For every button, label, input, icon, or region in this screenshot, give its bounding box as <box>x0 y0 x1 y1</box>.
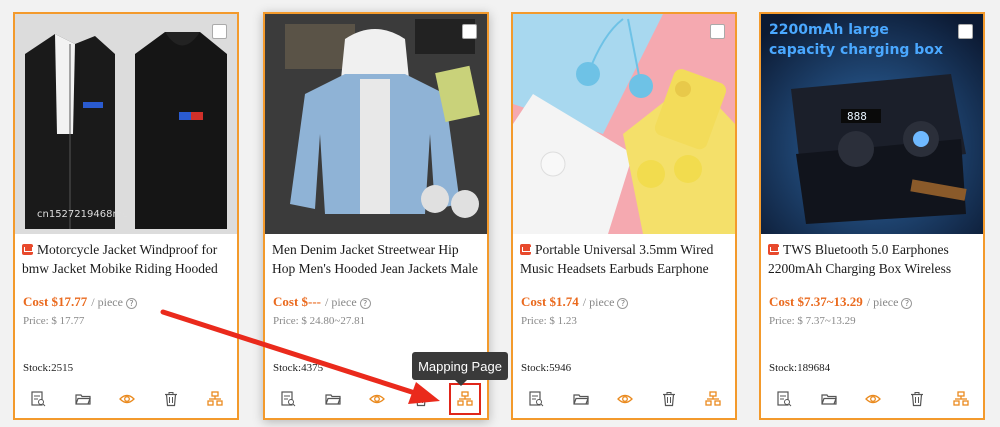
cost-unit: / piece <box>325 295 357 309</box>
product-image[interactable] <box>513 14 735 234</box>
store-badge-icon <box>768 244 779 255</box>
mapping-icon[interactable] <box>204 388 226 410</box>
cost-value: Cost $17.77 <box>23 294 88 309</box>
folder-icon[interactable] <box>818 388 840 410</box>
stock-value: Stock:189684 <box>769 362 831 374</box>
product-title[interactable]: Men Denim Jacket Streetwear Hip Hop Men'… <box>272 240 482 278</box>
product-image[interactable]: 888 2200mAh large capacity charging box <box>761 14 983 234</box>
card-actions <box>761 388 983 410</box>
mapping-page-tooltip: Mapping Page <box>412 352 508 386</box>
help-icon[interactable]: ? <box>359 298 371 309</box>
image-watermark: cn1527219468mo <box>37 209 129 220</box>
store-badge-icon <box>22 244 33 255</box>
eye-icon[interactable] <box>862 388 884 410</box>
svg-text:888: 888 <box>847 110 867 123</box>
product-title-text: Men Denim Jacket Streetwear Hip Hop Men'… <box>272 242 479 276</box>
stock-value: Stock:5946 <box>521 362 572 374</box>
cost-value: Cost $7.37~13.29 <box>769 294 863 309</box>
product-title-text: Motorcycle Jacket Windproof for bmw Jack… <box>22 242 218 276</box>
cost-line: Cost $7.37~13.29/ piece? <box>769 294 913 310</box>
store-badge-icon <box>520 244 531 255</box>
details-icon[interactable] <box>773 388 795 410</box>
stock-value: Stock:4375 <box>273 362 324 374</box>
product-card[interactable]: 888 2200mAh large capacity charging box … <box>759 12 985 420</box>
eye-icon[interactable] <box>116 388 138 410</box>
eye-icon[interactable] <box>614 388 636 410</box>
cost-line: Cost $1.74/ piece? <box>521 294 629 310</box>
cost-value: Cost $--- <box>273 294 322 309</box>
price-value: Price: $ 17.77 <box>23 315 85 327</box>
mapping-icon[interactable] <box>449 383 481 415</box>
product-title[interactable]: TWS Bluetooth 5.0 Earphones 2200mAh Char… <box>768 240 978 278</box>
product-title[interactable]: Portable Universal 3.5mm Wired Music Hea… <box>520 240 730 278</box>
folder-icon[interactable] <box>570 388 592 410</box>
price-value: Price: $ 7.37~13.29 <box>769 315 856 327</box>
cost-line: Cost $17.77/ piece? <box>23 294 137 310</box>
product-title[interactable]: Motorcycle Jacket Windproof for bmw Jack… <box>22 240 232 278</box>
details-icon[interactable] <box>27 388 49 410</box>
help-icon[interactable]: ? <box>617 298 629 309</box>
folder-icon[interactable] <box>322 388 344 410</box>
card-actions <box>265 383 487 415</box>
select-checkbox[interactable] <box>462 24 477 39</box>
product-card[interactable]: cn1527219468mo Motorcycle Jacket Windpro… <box>13 12 239 420</box>
cost-unit: / piece <box>866 295 899 309</box>
product-card[interactable]: Portable Universal 3.5mm Wired Music Hea… <box>511 12 737 420</box>
card-actions <box>513 388 735 410</box>
product-image[interactable] <box>265 14 487 234</box>
details-icon[interactable] <box>277 388 299 410</box>
help-icon[interactable]: ? <box>125 298 137 309</box>
trash-icon[interactable] <box>906 388 928 410</box>
select-checkbox[interactable] <box>212 24 227 39</box>
product-title-text: TWS Bluetooth 5.0 Earphones 2200mAh Char… <box>768 242 952 276</box>
mapping-icon[interactable] <box>702 388 724 410</box>
select-checkbox[interactable] <box>710 24 725 39</box>
product-title-text: Portable Universal 3.5mm Wired Music Hea… <box>520 242 714 276</box>
stock-value: Stock:2515 <box>23 362 74 374</box>
select-checkbox[interactable] <box>958 24 973 39</box>
card-actions <box>15 388 237 410</box>
eye-icon[interactable] <box>366 388 388 410</box>
image-caption: 2200mAh large capacity charging box <box>769 22 943 58</box>
trash-icon[interactable] <box>160 388 182 410</box>
product-image[interactable]: cn1527219468mo <box>15 14 237 234</box>
help-icon[interactable]: ? <box>901 298 913 309</box>
cost-unit: / piece <box>91 295 123 309</box>
folder-icon[interactable] <box>72 388 94 410</box>
mapping-icon[interactable] <box>950 388 972 410</box>
trash-icon[interactable] <box>658 388 680 410</box>
price-value: Price: $ 1.23 <box>521 315 577 327</box>
cost-unit: / piece <box>582 295 615 309</box>
cost-line: Cost $--- / piece? <box>273 294 371 310</box>
price-value: Price: $ 24.80~27.81 <box>273 315 366 327</box>
cost-value: Cost $1.74 <box>521 294 579 309</box>
trash-icon[interactable] <box>410 388 432 410</box>
details-icon[interactable] <box>525 388 547 410</box>
